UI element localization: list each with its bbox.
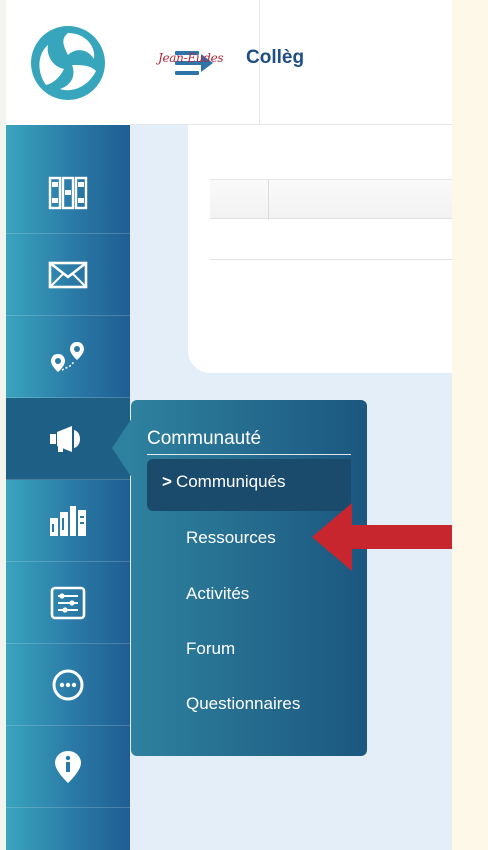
chat-dots-icon [52,669,84,700]
map-pin-route-icon [51,341,84,372]
sidebar-item-mail[interactable] [6,234,130,316]
sidebar-item-chat[interactable] [6,644,130,726]
submenu-item-questionnaires[interactable]: Questionnaires [186,694,300,714]
submenu-pointer [112,418,132,478]
submenu-item-forum[interactable]: Forum [186,639,235,659]
submenu-item-communiques[interactable]: > Communiqués [162,472,286,492]
sidebar-item-map[interactable] [6,316,130,398]
chevron-right-icon: > [162,472,172,491]
table-header [210,179,452,220]
school-name[interactable]: Collèg [246,47,304,69]
sidebar-item-stats[interactable] [6,480,130,562]
submenu-item-label: Communiqués [175,472,286,491]
right-margin [452,0,488,850]
sliders-icon [50,586,86,619]
school-brand-script: Jean-Eudes [158,51,224,65]
annotation-arrow-icon [312,503,452,571]
table-row-divider [210,259,452,260]
triskelion-logo-icon [31,25,105,100]
app-window: Jean-Eudes Collèg Communauté > Communiqu… [0,0,452,850]
megaphone-icon [50,425,80,452]
community-submenu: Communauté > Communiqués Ressources Activ… [131,400,367,756]
sidebar-item-grid[interactable] [6,152,130,234]
info-icon [55,750,81,783]
submenu-item-activites[interactable]: Activités [186,584,249,604]
submenu-item-ressources[interactable]: Ressources [186,528,276,548]
sidebar-item-settings[interactable] [6,562,130,644]
grid-icon [48,176,88,209]
column-separator [268,180,269,220]
sidebar-item-info[interactable] [6,726,130,808]
mail-icon [48,261,88,288]
content-card [188,125,452,373]
logo[interactable] [6,0,130,125]
bar-chart-icon [50,505,86,536]
submenu-title: Communauté [147,428,351,455]
